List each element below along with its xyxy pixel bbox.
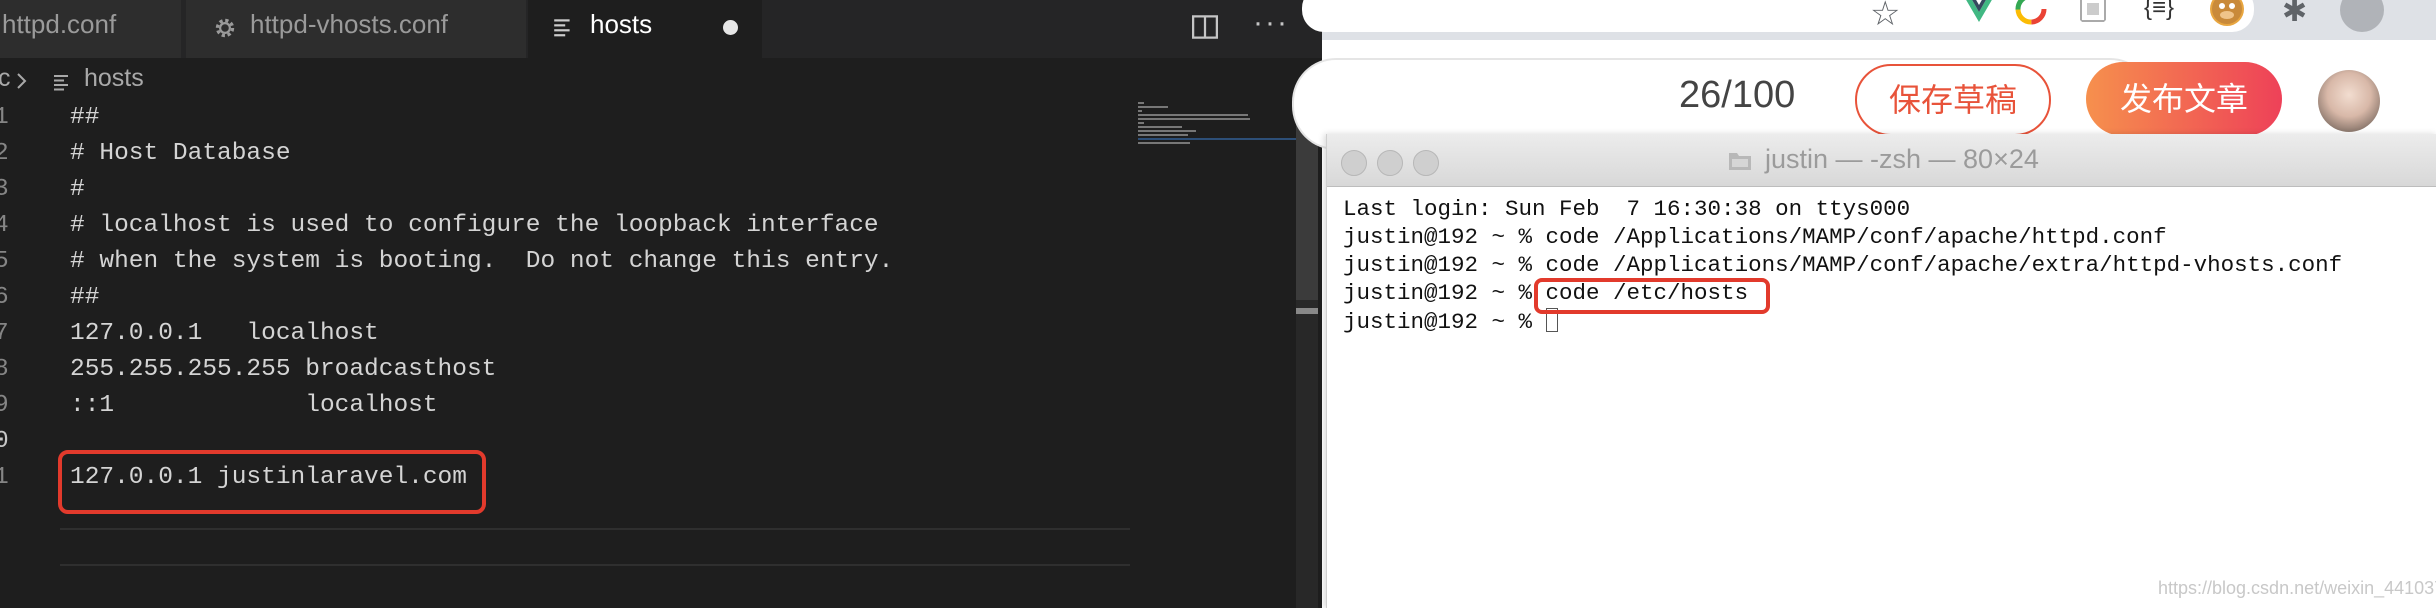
terminal-line: Last login: Sun Feb 7 16:30:38 on ttys00… <box>1343 196 1911 222</box>
tab-hosts[interactable]: hosts <box>528 0 762 58</box>
word-count: 26/100 <box>1679 74 1796 116</box>
json-extension-icon[interactable]: {≡} <box>2144 0 2174 22</box>
code-line[interactable]: 3 # <box>0 174 1140 210</box>
breadcrumb-file[interactable]: hosts <box>84 64 144 93</box>
code-line[interactable]: 8 255.255.255.255 broadcasthost <box>0 354 1140 390</box>
terminal-title: justin — -zsh — 80×24 <box>1765 144 2039 174</box>
gear-icon <box>215 18 235 38</box>
lines-icon <box>554 19 570 37</box>
code-line[interactable]: 1 ## <box>0 102 1140 138</box>
breadcrumb-folder[interactable]: c <box>0 64 11 93</box>
code-line[interactable]: 2 # Host Database <box>0 138 1140 174</box>
publish-article-button[interactable]: 发布文章 <box>2086 62 2282 136</box>
unsaved-dot-icon[interactable] <box>723 20 738 35</box>
browser-toolbar: ☆ {≡} ✱ <box>1302 0 2436 40</box>
line-number: 9 <box>0 392 9 419</box>
code-line[interactable]: 4 # localhost is used to configure the lo… <box>0 210 1140 246</box>
current-line-indicator <box>60 528 1130 566</box>
line-number: 3 <box>0 176 9 203</box>
breadcrumb: c hosts <box>0 58 1310 100</box>
line-text: # localhost is used to configure the loo… <box>70 212 879 239</box>
line-text: # when the system is booting. Do not cha… <box>70 248 894 275</box>
line-number: 1 <box>0 104 9 131</box>
line-number: 4 <box>0 212 9 239</box>
line-text: ## <box>70 104 100 131</box>
line-number: 5 <box>0 248 9 275</box>
terminal-line: justin@192 ~ % code /Applications/MAMP/c… <box>1343 224 2167 250</box>
line-text: 255.255.255.255 broadcasthost <box>70 356 497 383</box>
tab-label: httpd.conf <box>2 9 117 39</box>
line-number: 2 <box>0 140 9 167</box>
profile-avatar-icon[interactable] <box>2340 0 2384 32</box>
lines-icon <box>54 75 68 91</box>
tab-httpd-conf[interactable]: httpd.conf <box>0 0 182 58</box>
scrollbar-cursor-marker <box>1296 308 1318 314</box>
folder-icon <box>1729 153 1751 170</box>
line-number: 7 <box>0 320 9 347</box>
extensions-puzzle-icon[interactable]: ✱ <box>2282 0 2307 29</box>
chevron-right-icon <box>17 73 27 89</box>
tab-label: hosts <box>590 9 653 39</box>
terminal-titlebar[interactable]: justin — -zsh — 80×24 <box>1327 134 2436 187</box>
line-text: ::1 localhost <box>70 392 438 419</box>
tab-httpd-vhosts-conf[interactable]: httpd-vhosts.conf <box>186 0 526 58</box>
code-line[interactable]: 7 127.0.0.1 localhost <box>0 318 1140 354</box>
split-editor-icon[interactable] <box>1190 12 1220 42</box>
tab-label: httpd-vhosts.conf <box>250 9 448 39</box>
address-bar[interactable] <box>1302 0 2254 32</box>
line-text: # Host Database <box>70 140 291 167</box>
watermark: https://blog.csdn.net/weixin_44103733 <box>2158 578 2436 598</box>
code-editor-window: httpd.conf httpd-vhosts.conf hosts ··· c… <box>0 0 1322 608</box>
line-number: 0 <box>0 428 9 455</box>
line-text: # <box>70 176 85 203</box>
line-number: 8 <box>0 356 9 383</box>
minimize-window-icon[interactable] <box>1377 150 1403 176</box>
terminal-line: justin@192 ~ % code /Applications/MAMP/c… <box>1343 252 2343 278</box>
close-window-icon[interactable] <box>1341 150 1367 176</box>
line-text: ## <box>70 284 100 311</box>
code-line[interactable]: 6 ## <box>0 282 1140 318</box>
code-line[interactable]: 5 # when the system is booting. Do not ch… <box>0 246 1140 282</box>
save-draft-button[interactable]: 保存草稿 <box>1855 64 2051 136</box>
terminal-prompt-line[interactable]: justin@192 ~ % <box>1343 308 1558 336</box>
bookmark-star-icon[interactable]: ☆ <box>1870 0 1900 34</box>
minimap[interactable] <box>1138 100 1296 180</box>
code-line[interactable]: 9::1 localhost <box>0 390 1140 426</box>
maximize-window-icon[interactable] <box>1413 150 1439 176</box>
user-avatar[interactable] <box>2318 70 2380 132</box>
line-number: 1 <box>0 464 9 491</box>
line-text: 127.0.0.1 localhost <box>70 320 379 347</box>
annotation-highlight-box <box>1534 278 1770 314</box>
annotation-highlight-box <box>58 450 486 514</box>
editor-tab-bar: httpd.conf httpd-vhosts.conf hosts ··· <box>0 0 1322 58</box>
prompt-text: justin@192 ~ % <box>1343 309 1546 335</box>
terminal-window: justin — -zsh — 80×24 Last login: Sun Fe… <box>1326 134 2436 608</box>
more-actions-icon[interactable]: ··· <box>1253 6 1289 40</box>
line-number: 6 <box>0 284 9 311</box>
